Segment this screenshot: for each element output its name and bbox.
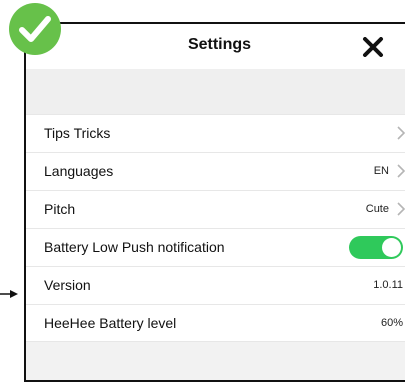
page-title: Settings: [187, 36, 252, 53]
row-languages[interactable]: Languages EN: [26, 152, 405, 190]
pitch-value: Cute: [365, 203, 389, 215]
row-version: Version 1.0.11: [26, 266, 405, 304]
row-pitch[interactable]: Pitch Cute: [26, 190, 405, 228]
chevron-right-icon: [397, 126, 405, 140]
settings-screen: Settings Tips Tricks Languages EN Pitch …: [24, 22, 405, 382]
row-label: Pitch: [44, 201, 76, 217]
check-circle-icon: [9, 3, 61, 55]
settings-header: Settings: [26, 24, 405, 69]
arrow-pointer-icon: [0, 290, 18, 298]
row-label: HeeHee Battery level: [44, 315, 177, 331]
row-battery-low-push: Battery Low Push notification: [26, 228, 405, 266]
chevron-right-icon: [397, 202, 405, 216]
row-label: Version: [44, 277, 91, 293]
row-label: Languages: [44, 163, 114, 179]
row-tips-tricks[interactable]: Tips Tricks: [26, 114, 405, 152]
battery-level-value: 60%: [380, 317, 403, 329]
section-spacer: [26, 69, 405, 114]
row-label: Battery Low Push notification: [44, 239, 225, 255]
language-value: EN: [373, 165, 389, 177]
settings-list: Tips Tricks Languages EN Pitch Cute Batt…: [26, 114, 405, 342]
close-icon[interactable]: [362, 37, 384, 57]
row-label: Tips Tricks: [44, 125, 111, 141]
version-value: 1.0.11: [373, 279, 403, 291]
footer-area: [26, 342, 405, 380]
toggle-knob: [382, 238, 401, 257]
chevron-right-icon: [397, 164, 405, 178]
row-battery-level: HeeHee Battery level 60%: [26, 304, 405, 342]
battery-low-toggle[interactable]: [349, 236, 403, 259]
